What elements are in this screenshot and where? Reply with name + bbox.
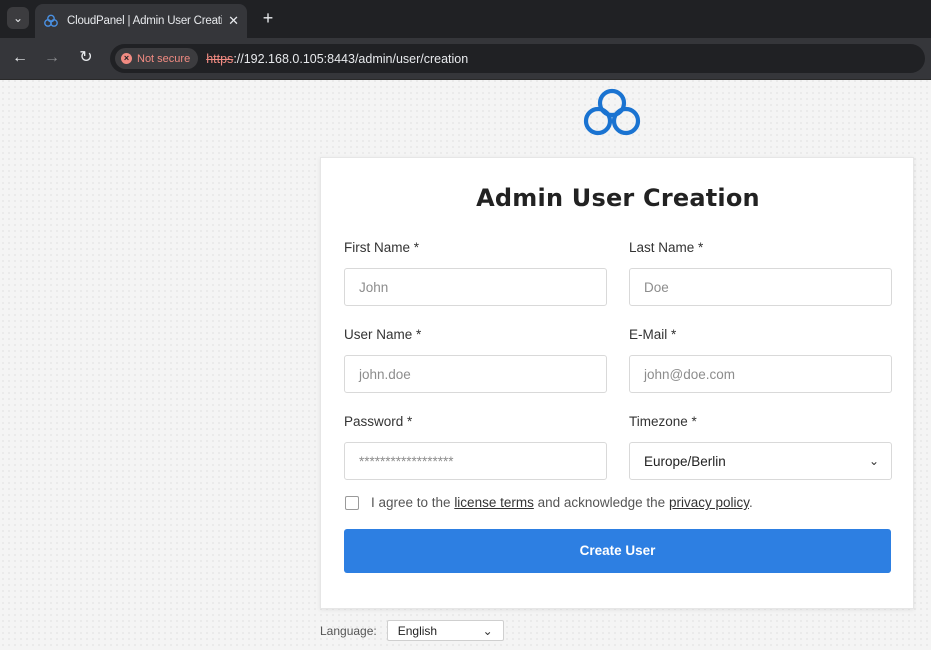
privacy-policy-link[interactable]: privacy policy xyxy=(669,495,749,510)
email-field: E-Mail * john@doe.com xyxy=(629,327,892,393)
browser-toolbar: ← → ↻ × Not secure https://192.168.0.105… xyxy=(0,38,931,80)
reload-icon[interactable]: ↻ xyxy=(76,48,96,68)
browser-tab-bar: ⌄ CloudPanel | Admin User Creation ✕ + xyxy=(0,0,931,38)
timezone-field: Timezone * Europe/Berlin ⌄ xyxy=(629,414,892,480)
new-tab-button[interactable]: + xyxy=(258,8,278,28)
first-name-input[interactable]: John xyxy=(344,268,607,306)
password-field: Password * ****************** xyxy=(344,414,607,480)
terms-suffix: . xyxy=(748,495,753,510)
language-label: Language: xyxy=(320,623,377,638)
tab-title: CloudPanel | Admin User Creation xyxy=(67,15,223,27)
url-path: ://192.168.0.105:8443/admin/user/creatio… xyxy=(233,51,469,66)
timezone-value: Europe/Berlin xyxy=(644,453,726,469)
email-label: E-Mail * xyxy=(629,327,677,342)
user-name-label: User Name * xyxy=(344,327,422,342)
terms-checkbox[interactable] xyxy=(345,495,359,510)
last-name-input[interactable]: Doe xyxy=(629,268,892,306)
browser-tab-active[interactable]: CloudPanel | Admin User Creation ✕ xyxy=(35,4,247,38)
chevron-down-icon: ⌄ xyxy=(868,454,879,468)
terms-prefix: I agree to the xyxy=(371,495,455,510)
page-title: Admin User Creation xyxy=(476,184,760,212)
cloudpanel-logo-icon xyxy=(583,88,641,136)
security-status-chip[interactable]: × Not secure xyxy=(115,48,199,69)
last-name-field: Last Name * Doe xyxy=(629,240,892,306)
tab-search-button[interactable]: ⌄ xyxy=(7,7,29,29)
password-label: Password * xyxy=(344,414,413,429)
admin-user-creation-card: Admin User Creation First Name * John La… xyxy=(320,157,914,609)
language-selector: Language: English ⌄ xyxy=(320,620,504,641)
forward-arrow-icon[interactable]: → xyxy=(42,48,62,68)
language-select[interactable]: English ⌄ xyxy=(386,620,504,641)
email-input[interactable]: john@doe.com xyxy=(629,355,892,393)
back-arrow-icon[interactable]: ← xyxy=(10,48,30,68)
password-input[interactable]: ****************** xyxy=(344,442,607,480)
user-name-input[interactable]: john.doe xyxy=(344,355,607,393)
url-scheme: https xyxy=(206,51,234,66)
first-name-label: First Name * xyxy=(344,240,420,255)
timezone-label: Timezone * xyxy=(629,414,697,429)
timezone-select[interactable]: Europe/Berlin ⌄ xyxy=(629,442,892,480)
terms-text: I agree to the license terms and acknowl… xyxy=(371,495,753,510)
license-terms-link[interactable]: license terms xyxy=(454,495,534,510)
terms-agreement: I agree to the license terms and acknowl… xyxy=(345,495,753,510)
create-user-button[interactable]: Create User xyxy=(344,529,891,573)
url-text[interactable]: https://192.168.0.105:8443/admin/user/cr… xyxy=(206,52,468,66)
first-name-field: First Name * John xyxy=(344,240,607,306)
security-status-label: Not secure xyxy=(137,52,191,65)
tab-close-icon[interactable]: ✕ xyxy=(228,13,239,29)
address-bar[interactable]: × Not secure https://192.168.0.105:8443/… xyxy=(110,44,925,73)
chevron-down-icon: ⌄ xyxy=(482,623,493,638)
user-name-field: User Name * john.doe xyxy=(344,327,607,393)
not-secure-icon: × xyxy=(121,53,132,64)
cloudpanel-favicon-icon xyxy=(44,14,58,27)
language-value: English xyxy=(397,623,438,638)
terms-middle: and acknowledge the xyxy=(533,495,669,510)
last-name-label: Last Name * xyxy=(629,240,704,255)
